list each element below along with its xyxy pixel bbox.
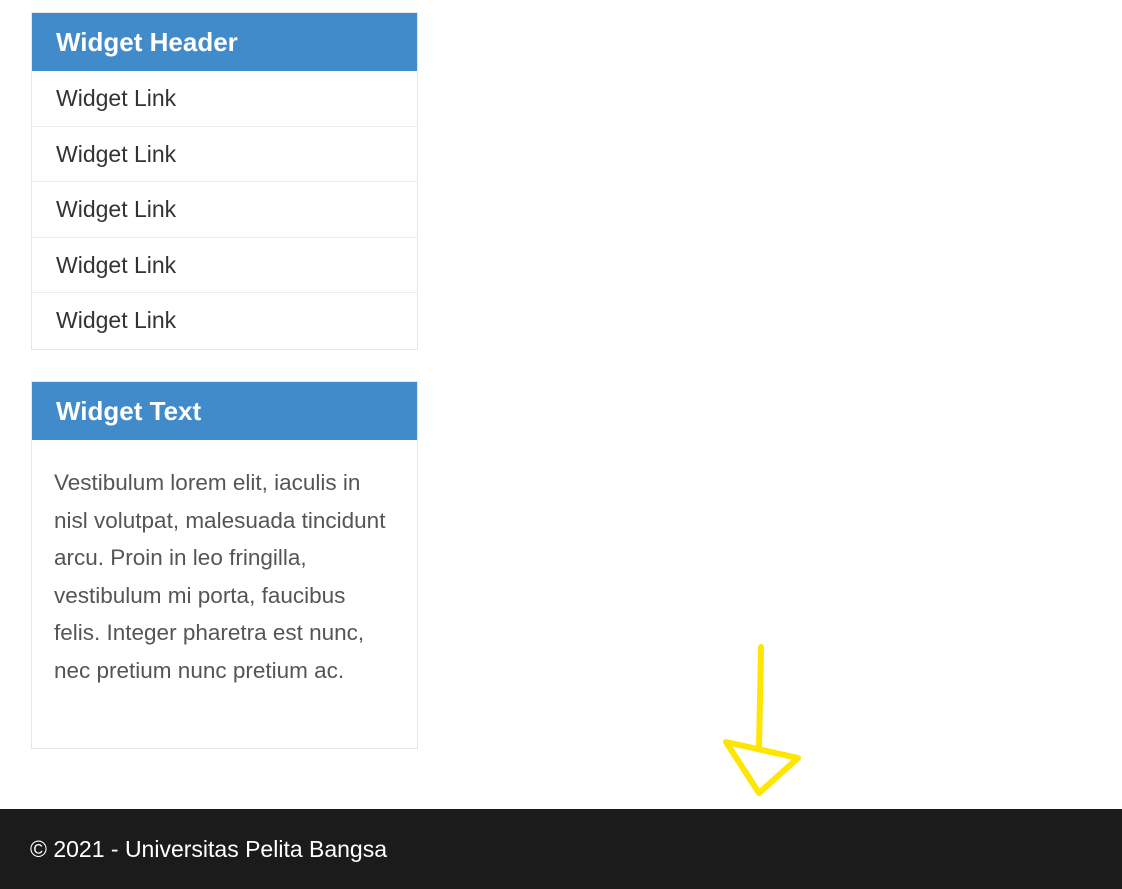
- widget-link[interactable]: Widget Link: [32, 182, 417, 238]
- text-widget-body: Vestibulum lorem elit, iaculis in nisl v…: [54, 470, 386, 683]
- links-widget: Widget Header Widget Link Widget Link Wi…: [31, 12, 418, 350]
- footer: © 2021 - Universitas Pelita Bangsa: [0, 809, 1122, 889]
- footer-copyright: © 2021 - Universitas Pelita Bangsa: [30, 836, 388, 862]
- links-widget-header: Widget Header: [32, 13, 417, 71]
- text-widget-header: Widget Text: [32, 382, 417, 440]
- widget-link[interactable]: Widget Link: [32, 293, 417, 349]
- page: Widget Header Widget Link Widget Link Wi…: [0, 0, 1122, 889]
- widget-link[interactable]: Widget Link: [32, 71, 417, 127]
- widget-link-list: Widget Link Widget Link Widget Link Widg…: [32, 71, 417, 349]
- text-widget: Widget Text Vestibulum lorem elit, iacul…: [31, 381, 418, 749]
- widget-link[interactable]: Widget Link: [32, 238, 417, 293]
- widget-link[interactable]: Widget Link: [32, 127, 417, 182]
